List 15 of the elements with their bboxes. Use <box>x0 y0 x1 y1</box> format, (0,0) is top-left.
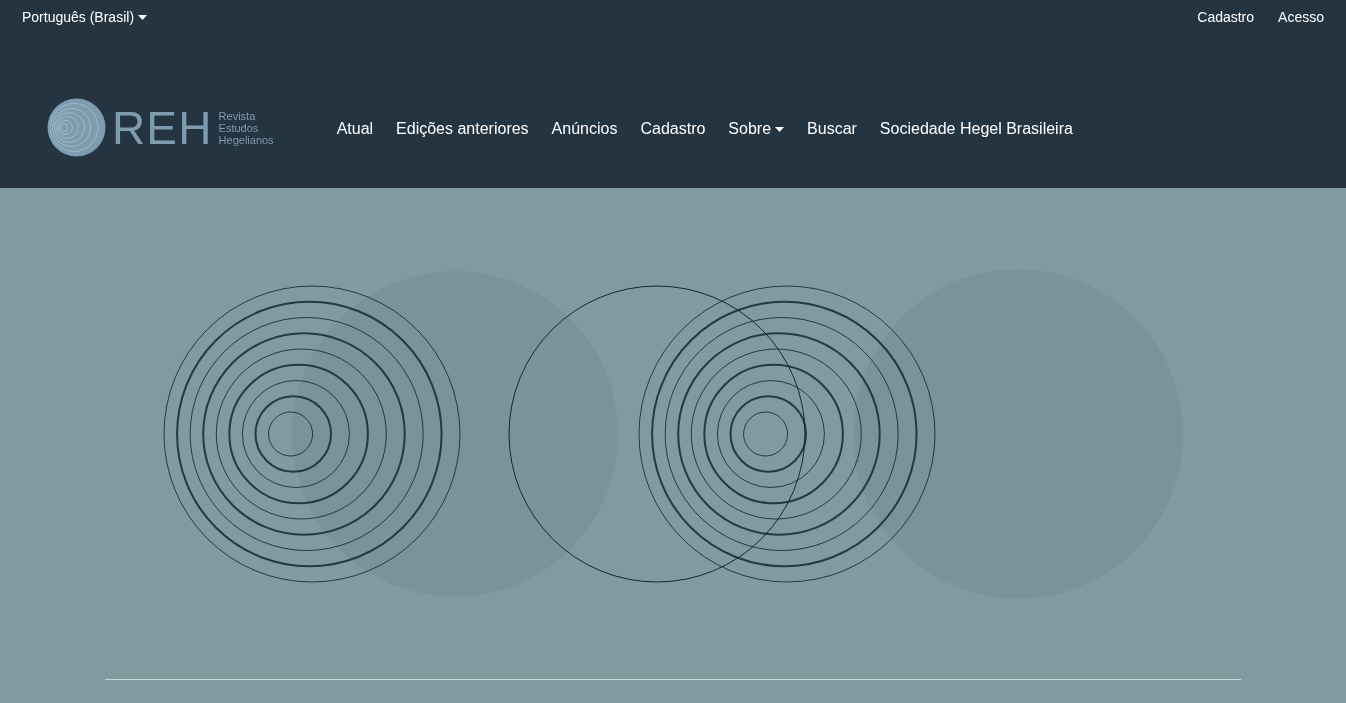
logo-mark: REH <box>112 104 213 151</box>
language-menu[interactable]: Português (Brasil) <box>22 7 148 28</box>
caret-icon <box>775 126 785 132</box>
nav-dropdown[interactable]: Sobre <box>728 117 785 141</box>
logo-subtitle: Revista Estudos Hegelianos <box>218 109 274 146</box>
nav-link[interactable]: Buscar <box>807 117 857 141</box>
nav-link[interactable]: Edições anteriores <box>396 117 529 141</box>
nav-link[interactable]: Atual <box>336 117 374 141</box>
logo-rings-icon <box>47 98 106 157</box>
top-link[interactable]: Acesso <box>1278 7 1324 28</box>
nav-link[interactable]: Sociedade Hegel Brasileira <box>879 117 1073 141</box>
nav-link[interactable]: Anúncios <box>551 117 618 141</box>
nav-link[interactable]: Cadastro <box>640 117 706 141</box>
caret-icon <box>138 15 148 20</box>
top-link[interactable]: Cadastro <box>1197 7 1255 28</box>
